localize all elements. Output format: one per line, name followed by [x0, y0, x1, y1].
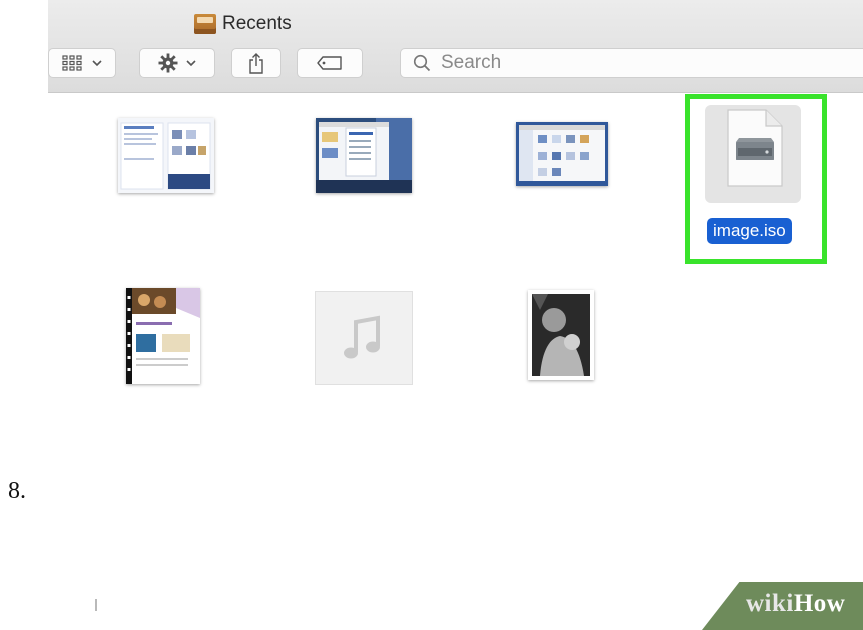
- screenshot-thumbnail[interactable]: [316, 118, 412, 193]
- wikihow-logo: wikiHow: [746, 590, 845, 618]
- gear-icon: [158, 53, 178, 73]
- search-icon: [413, 54, 431, 72]
- chevron-down-icon: [186, 59, 196, 66]
- share-icon: [249, 52, 263, 74]
- photo-preview-image: [528, 290, 594, 380]
- watermark-part1: wiki: [746, 590, 794, 617]
- view-options-button[interactable]: [48, 48, 116, 78]
- photo-thumbnail[interactable]: [528, 290, 594, 380]
- screenshot-preview-image: [316, 118, 412, 193]
- tags-button[interactable]: [297, 48, 363, 78]
- brochure-thumbnail[interactable]: [126, 288, 200, 384]
- titlebar: Recents: [48, 0, 863, 93]
- brochure-preview-image: [126, 288, 200, 384]
- search-input[interactable]: [439, 51, 823, 75]
- highlight-box: [685, 94, 827, 264]
- chevron-down-icon: [92, 59, 102, 66]
- document-thumbnail[interactable]: [118, 118, 214, 193]
- action-button[interactable]: [139, 48, 215, 78]
- tag-icon: [317, 56, 342, 70]
- window-title-label: Recents: [222, 13, 292, 34]
- recents-folder-icon: [194, 14, 216, 34]
- share-button[interactable]: [231, 48, 281, 78]
- text-cursor-mark: [95, 599, 97, 611]
- watermark-part2: How: [793, 590, 846, 617]
- search-field[interactable]: [400, 48, 863, 78]
- screenshot-thumbnail[interactable]: [516, 122, 608, 186]
- finder-window: Recents Search image.iso: [48, 0, 863, 470]
- music-file-thumbnail[interactable]: [316, 292, 412, 384]
- step-number: 8.: [8, 478, 26, 504]
- music-file-icon: [344, 315, 380, 359]
- icon-view-grid-icon: [62, 55, 82, 71]
- document-preview-image: [118, 118, 214, 193]
- window-title: Recents: [194, 10, 292, 38]
- screenshot-preview-image: [516, 122, 608, 186]
